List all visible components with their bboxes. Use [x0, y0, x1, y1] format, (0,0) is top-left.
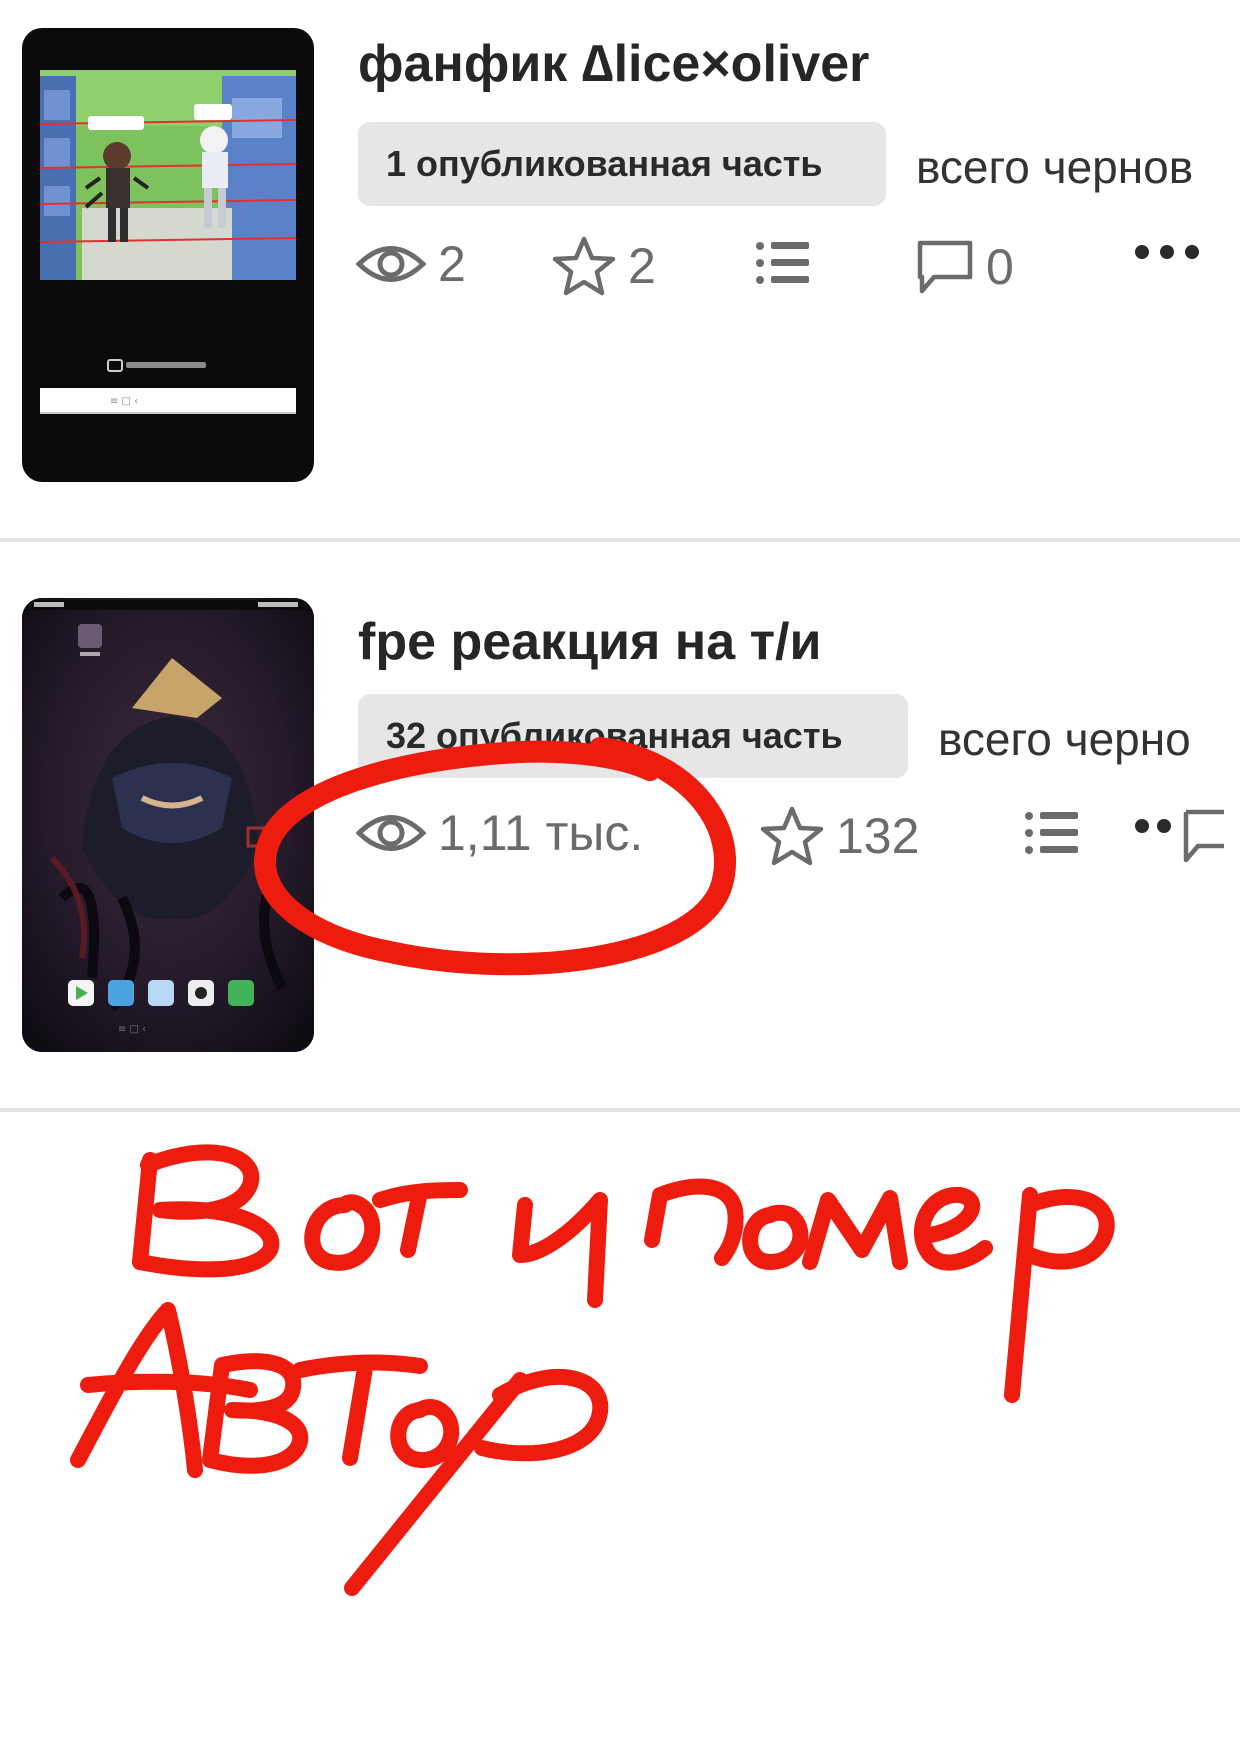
chapters-button[interactable]	[755, 240, 811, 286]
chapters-button[interactable]	[1024, 810, 1080, 856]
stars-count: 132	[836, 808, 920, 864]
story-cover[interactable]: ≡ □ ‹	[22, 28, 314, 482]
more-icon	[1134, 818, 1184, 834]
stars-stat[interactable]: 2	[552, 236, 656, 296]
published-parts-badge: 1 опубликованная часть	[358, 122, 886, 206]
svg-text:≡ □ ‹: ≡ □ ‹	[110, 396, 138, 407]
published-parts-badge: 32 опубликованная часть	[358, 694, 908, 778]
more-button[interactable]	[1134, 818, 1184, 834]
story-title[interactable]: фанфик ∆lice×oliver	[358, 34, 869, 94]
eye-icon	[356, 239, 426, 289]
stars-count: 2	[628, 238, 656, 294]
comments-count: 0	[986, 239, 1014, 295]
views-stat: 1,11 тыс.	[356, 804, 643, 862]
views-stat: 2	[356, 235, 466, 293]
svg-text:≡ □ ‹: ≡ □ ‹	[118, 1024, 146, 1035]
star-icon	[552, 236, 616, 296]
story-title[interactable]: fpe реакция на т/и	[358, 612, 821, 672]
handwritten-line-1	[132, 1144, 1115, 1403]
story-item[interactable]: ≡ □ ‹ фанфик ∆lice×oliver 1 опубликованн…	[0, 0, 1240, 540]
comments-stat[interactable]: 0	[916, 238, 1014, 296]
published-parts-label: 1 опубликованная часть	[386, 143, 823, 184]
divider	[0, 538, 1240, 542]
list-icon	[755, 240, 811, 286]
drafts-label: всего чернов	[916, 141, 1194, 193]
comment-icon	[916, 239, 974, 295]
published-parts-label: 32 опубликованная часть	[386, 715, 843, 756]
comments-stat[interactable]	[1182, 808, 1224, 864]
eye-icon	[356, 808, 426, 858]
comment-icon	[1182, 808, 1224, 864]
drafts-label: всего черно	[938, 713, 1191, 765]
more-button[interactable]	[1134, 244, 1200, 260]
more-icon	[1134, 244, 1200, 260]
star-icon	[760, 806, 824, 866]
story-cover[interactable]: ≡ □ ‹	[22, 598, 314, 1052]
views-count: 2	[438, 236, 466, 292]
views-count: 1,11 тыс.	[438, 805, 644, 861]
story-item[interactable]: ≡ □ ‹ fpe реакция на т/и 32 опубликованн…	[0, 572, 1240, 1112]
handwritten-line-2	[70, 1302, 609, 1596]
divider	[0, 1108, 1240, 1112]
list-icon	[1024, 810, 1080, 856]
stars-stat[interactable]: 132	[760, 806, 919, 866]
